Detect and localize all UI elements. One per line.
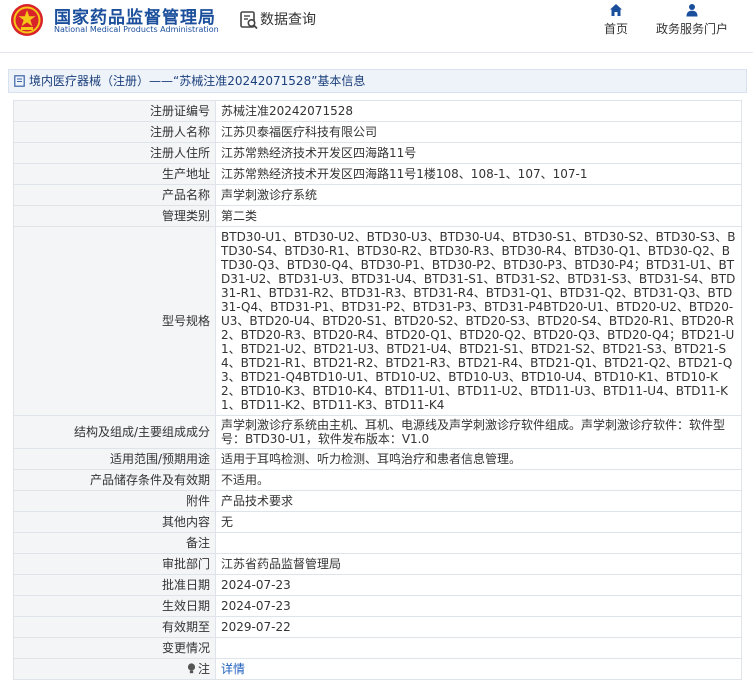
row-value: 2024-07-23 xyxy=(215,574,742,596)
row-label: 变更情况 xyxy=(13,637,216,659)
row-label: 批准日期 xyxy=(13,574,216,596)
row-value: 2024-07-23 xyxy=(215,595,742,617)
site-header: 国家药品监督管理局 National Medical Products Admi… xyxy=(0,0,753,53)
row-label: 型号规格 xyxy=(13,226,216,416)
row-label: 生效日期 xyxy=(13,595,216,617)
table-row: 备注 xyxy=(13,532,742,554)
nav-home[interactable]: 首页 xyxy=(598,3,634,37)
row-label: 备注 xyxy=(13,532,216,554)
row-value: 声学刺激诊疗系统由主机、耳机、电源线及声学刺激诊疗软件组成。声学刺激诊疗软件：软… xyxy=(215,415,742,449)
note-label: 注 xyxy=(197,662,210,676)
row-value: 无 xyxy=(215,511,742,533)
row-label: 注册人名称 xyxy=(13,121,216,143)
table-row: 适用范围/预期用途 适用于耳鸣检测、听力检测、耳鸣治疗和患者信息管理。 xyxy=(13,448,742,470)
table-row: 变更情况 xyxy=(13,637,742,659)
row-value: 苏械注准20242071528 xyxy=(215,100,742,122)
breadcrumb: 境内医疗器械（注册）——“苏械注准20242071528”基本信息 xyxy=(8,69,747,93)
row-label: 产品储存条件及有效期 xyxy=(13,469,216,491)
breadcrumb-text: 境内医疗器械（注册）——“苏械注准20242071528”基本信息 xyxy=(29,74,366,88)
row-label: 适用范围/预期用途 xyxy=(13,448,216,470)
user-icon xyxy=(686,4,698,17)
bulb-icon xyxy=(187,663,196,674)
home-icon xyxy=(610,4,622,16)
table-row: 注册人名称 江苏贝泰福医疗科技有限公司 xyxy=(13,121,742,143)
row-label: 管理类别 xyxy=(13,205,216,227)
row-value: 第二类 xyxy=(215,205,742,227)
org-name-en[interactable]: National Medical Products Administration xyxy=(54,25,219,34)
row-label: 产品名称 xyxy=(13,184,216,206)
row-value xyxy=(215,637,742,659)
table-row: 生产地址 江苏常熟经济技术开发区四海路11号1楼108、108-1、107、10… xyxy=(13,163,742,185)
table-row: 生效日期 2024-07-23 xyxy=(13,595,742,617)
row-value: 江苏贝泰福医疗科技有限公司 xyxy=(215,121,742,143)
data-query-icon[interactable] xyxy=(239,10,259,30)
row-value: 不适用。 xyxy=(215,469,742,491)
table-row: 型号规格 BTD30-U1、BTD30-U2、BTD30-U3、BTD30-U4… xyxy=(13,226,742,416)
document-icon xyxy=(14,74,25,87)
row-value-models: BTD30-U1、BTD30-U2、BTD30-U3、BTD30-U4、BTD3… xyxy=(215,226,742,416)
nav-service-label: 政务服务门户 xyxy=(655,22,728,36)
row-label: 结构及组成/主要组成成分 xyxy=(13,415,216,449)
nav-service-portal[interactable]: 政务服务门户 xyxy=(652,3,732,37)
row-value: 产品技术要求 xyxy=(215,490,742,512)
details-link[interactable]: 详情 xyxy=(221,662,245,676)
row-value: 江苏省药品监督管理局 xyxy=(215,553,742,575)
table-row: 其他内容 无 xyxy=(13,511,742,533)
national-emblem-icon[interactable] xyxy=(10,3,44,37)
row-label: 有效期至 xyxy=(13,616,216,638)
row-label: 注册证编号 xyxy=(13,100,216,122)
row-value: 详情 xyxy=(215,658,742,680)
data-query-link[interactable]: 数据查询 xyxy=(260,9,316,29)
row-label-note: 注 xyxy=(13,658,216,680)
table-row: 产品储存条件及有效期 不适用。 xyxy=(13,469,742,491)
table-row: 结构及组成/主要组成成分 声学刺激诊疗系统由主机、耳机、电源线及声学刺激诊疗软件… xyxy=(13,415,742,449)
row-value: 适用于耳鸣检测、听力检测、耳鸣治疗和患者信息管理。 xyxy=(215,448,742,470)
table-row: 审批部门 江苏省药品监督管理局 xyxy=(13,553,742,575)
row-value: 2029-07-22 xyxy=(215,616,742,638)
row-label: 注册人住所 xyxy=(13,142,216,164)
table-row: 注 详情 xyxy=(13,658,742,680)
table-row: 注册人住所 江苏常熟经济技术开发区四海路11号 xyxy=(13,142,742,164)
table-row: 有效期至 2029-07-22 xyxy=(13,616,742,638)
row-value: 江苏常熟经济技术开发区四海路11号 xyxy=(215,142,742,164)
row-label: 附件 xyxy=(13,490,216,512)
table-row: 附件 产品技术要求 xyxy=(13,490,742,512)
table-row: 管理类别 第二类 xyxy=(13,205,742,227)
row-value: 江苏常熟经济技术开发区四海路11号1楼108、108-1、107、107-1 xyxy=(215,163,742,185)
table-row: 产品名称 声学刺激诊疗系统 xyxy=(13,184,742,206)
row-label: 生产地址 xyxy=(13,163,216,185)
row-label: 其他内容 xyxy=(13,511,216,533)
nav-home-label: 首页 xyxy=(603,22,628,36)
row-value: 声学刺激诊疗系统 xyxy=(215,184,742,206)
row-value xyxy=(215,532,742,554)
detail-table: 注册证编号 苏械注准20242071528 注册人名称 江苏贝泰福医疗科技有限公… xyxy=(13,100,742,680)
table-row: 注册证编号 苏械注准20242071528 xyxy=(13,100,742,122)
row-label: 审批部门 xyxy=(13,553,216,575)
table-row: 批准日期 2024-07-23 xyxy=(13,574,742,596)
